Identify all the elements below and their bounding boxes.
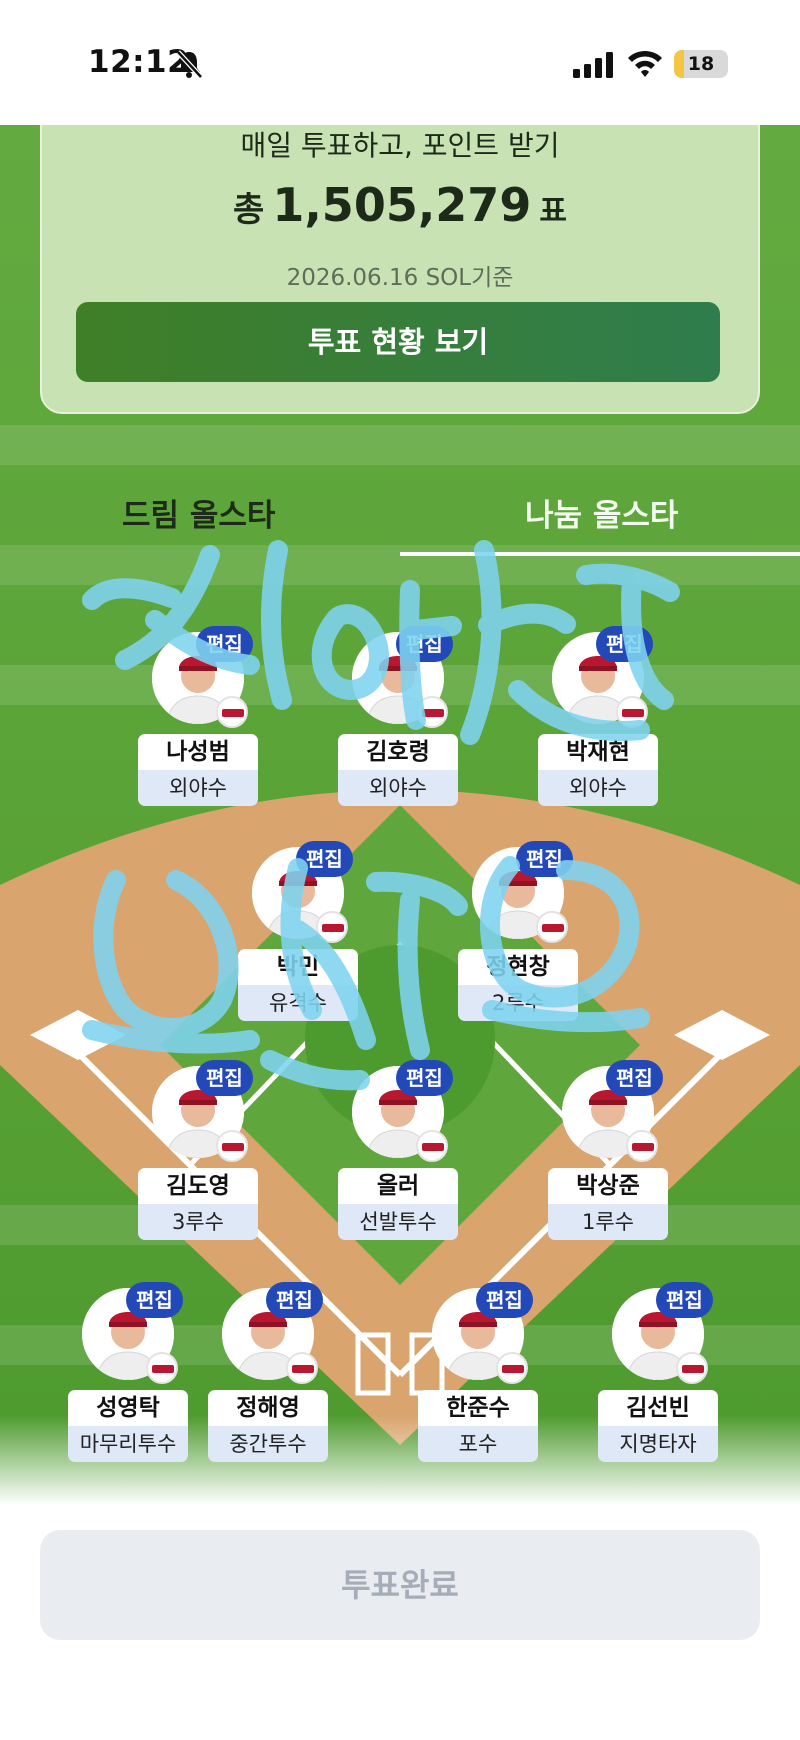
player-name: 김선빈 bbox=[598, 1390, 718, 1426]
player-position: 외야수 bbox=[138, 770, 258, 806]
total-votes: 총 1,505,279 표 bbox=[42, 178, 758, 232]
player-name: 정해영 bbox=[208, 1390, 328, 1426]
player-name: 나성범 bbox=[138, 734, 258, 770]
player-name: 성영탁 bbox=[68, 1390, 188, 1426]
team-logo-icon bbox=[416, 1130, 448, 1162]
edit-button[interactable]: 편집 bbox=[296, 841, 353, 877]
player-position: 유격수 bbox=[238, 985, 358, 1021]
edit-button[interactable]: 편집 bbox=[396, 626, 453, 662]
edit-button[interactable]: 편집 bbox=[196, 1060, 253, 1096]
bell-muted-icon bbox=[176, 50, 203, 79]
player-position: 외야수 bbox=[338, 770, 458, 806]
player-position: 포수 bbox=[418, 1426, 538, 1462]
battery-level: 18 bbox=[687, 53, 715, 75]
edit-button[interactable]: 편집 bbox=[516, 841, 573, 877]
player-name: 정현창 bbox=[458, 949, 578, 985]
player-name: 김도영 bbox=[138, 1168, 258, 1204]
edit-button[interactable]: 편집 bbox=[656, 1282, 713, 1318]
team-logo-icon bbox=[616, 696, 648, 728]
tab-nanum-allstar[interactable]: 나눔 올스타 bbox=[525, 490, 678, 535]
vote-summary-card: 매일 투표하고, 포인트 받기 총 1,505,279 표 2026.06.16 S… bbox=[40, 110, 760, 414]
player-name: 박민 bbox=[238, 949, 358, 985]
player-name: 올러 bbox=[338, 1168, 458, 1204]
wifi-icon bbox=[628, 50, 662, 77]
player-position: 3루수 bbox=[138, 1204, 258, 1240]
view-vote-status-button[interactable]: 투표 현황 보기 bbox=[76, 302, 720, 382]
team-logo-icon bbox=[416, 696, 448, 728]
vote-complete-button[interactable]: 투표완료 bbox=[40, 1530, 760, 1640]
player-position: 마무리투수 bbox=[68, 1426, 188, 1462]
tab-dream-allstar[interactable]: 드림 올스타 bbox=[122, 490, 275, 535]
player-name: 박재현 bbox=[538, 734, 658, 770]
card-subtitle: 매일 투표하고, 포인트 받기 bbox=[240, 129, 560, 162]
player-position: 2루수 bbox=[458, 985, 578, 1021]
total-votes-number: 1,505,279 bbox=[272, 178, 532, 232]
player-position: 중간투수 bbox=[208, 1426, 328, 1462]
team-logo-icon bbox=[216, 696, 248, 728]
player-name: 한준수 bbox=[418, 1390, 538, 1426]
tab-selected-indicator bbox=[400, 552, 800, 556]
vote-date: 2026.06.16 SOL기준 bbox=[286, 265, 514, 291]
edit-button[interactable]: 편집 bbox=[396, 1060, 453, 1096]
total-suffix: 표 bbox=[539, 194, 567, 229]
edit-button[interactable]: 편집 bbox=[196, 626, 253, 662]
team-logo-icon bbox=[146, 1352, 178, 1384]
player-name: 박상준 bbox=[548, 1168, 668, 1204]
cellular-signal-icon bbox=[573, 52, 613, 78]
edit-button[interactable]: 편집 bbox=[596, 626, 653, 662]
player-position: 선발투수 bbox=[338, 1204, 458, 1240]
player-position: 지명타자 bbox=[598, 1426, 718, 1462]
edit-button[interactable]: 편집 bbox=[606, 1060, 663, 1096]
team-logo-icon bbox=[216, 1130, 248, 1162]
player-name: 김호령 bbox=[338, 734, 458, 770]
battery-icon: 18 bbox=[674, 50, 728, 78]
total-prefix: 총 bbox=[233, 190, 265, 230]
team-logo-icon bbox=[286, 1352, 318, 1384]
team-logo-icon bbox=[316, 911, 348, 943]
team-logo-icon bbox=[626, 1130, 658, 1162]
player-position: 1루수 bbox=[548, 1204, 668, 1240]
team-logo-icon bbox=[676, 1352, 708, 1384]
player-position: 외야수 bbox=[538, 770, 658, 806]
edit-button[interactable]: 편집 bbox=[476, 1282, 533, 1318]
team-logo-icon bbox=[496, 1352, 528, 1384]
status-bar: 12:12 18 bbox=[0, 0, 800, 125]
team-logo-icon bbox=[536, 911, 568, 943]
edit-button[interactable]: 편집 bbox=[126, 1282, 183, 1318]
edit-button[interactable]: 편집 bbox=[266, 1282, 323, 1318]
